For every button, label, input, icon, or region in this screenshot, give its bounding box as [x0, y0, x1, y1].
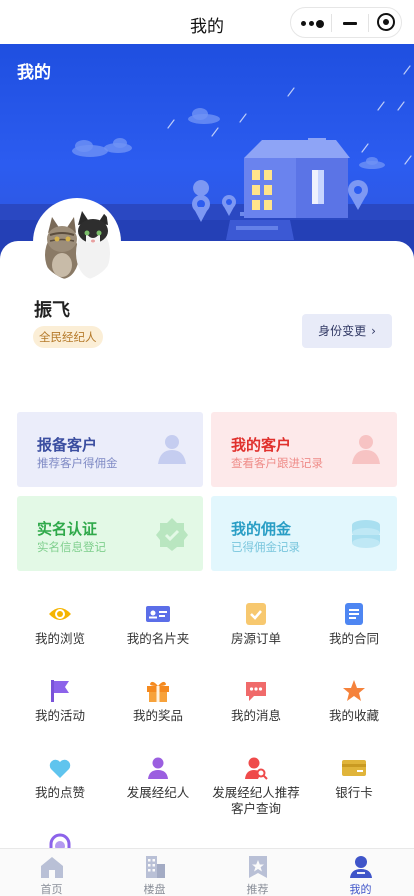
tab-label: 楼盘 [143, 883, 166, 896]
verified-badge-icon [156, 518, 188, 551]
message-icon [246, 682, 266, 701]
report-customer-card[interactable]: 报备客户 推荐客户得佣金 [17, 412, 203, 487]
avatar[interactable] [33, 198, 121, 286]
top-navigation-bar: 我的 [0, 0, 414, 44]
real-name-verify-subtitle: 实名信息登记 [37, 540, 106, 554]
grid-item-label: 我的消息 [230, 708, 281, 723]
grid-item-label: 发展经纪人推荐客户查询 [212, 785, 300, 816]
real-name-verify-card[interactable]: 实名认证 实名信息登记 [17, 496, 203, 571]
person-icon [158, 435, 186, 464]
tab-recommend[interactable]: 推荐 [206, 849, 309, 896]
flag-icon [51, 680, 69, 702]
my-customers-subtitle: 查看客户跟进记录 [231, 456, 323, 470]
chevron-right-icon: › [371, 324, 376, 338]
user-name: 振飞 [34, 300, 70, 321]
business-card-icon [146, 606, 170, 622]
coins-stack-icon [352, 520, 380, 548]
tab-label: 首页 [40, 883, 63, 896]
bank-card-icon [342, 760, 366, 776]
miniprogram-capsule [290, 7, 402, 38]
real-name-verify-title: 实名认证 [37, 520, 98, 538]
my-customers-title: 我的客户 [231, 436, 292, 454]
banner-heading: 我的 [17, 63, 51, 83]
home-icon [41, 857, 63, 878]
close-miniprogram-icon[interactable] [377, 13, 395, 31]
grid-item-label: 发展经纪人 [126, 785, 190, 800]
user-search-icon [245, 757, 268, 780]
grid-item-label: 我的浏览 [34, 631, 85, 646]
tab-home[interactable]: 首页 [0, 849, 103, 896]
my-customers-card[interactable]: 我的客户 查看客户跟进记录 [211, 412, 397, 487]
grid-item-label: 我的收藏 [328, 708, 379, 723]
headset-icon[interactable] [48, 832, 72, 848]
tab-label: 我的 [349, 883, 372, 896]
grid-item-label: 我的名片夹 [126, 631, 190, 646]
minimize-icon[interactable] [343, 22, 357, 25]
star-icon [343, 680, 365, 701]
grid-item-label: 我的合同 [328, 631, 379, 646]
user-icon [148, 757, 168, 779]
my-commission-title: 我的佣金 [231, 520, 292, 538]
buildings-icon [146, 856, 165, 878]
bookmark-star-icon [249, 856, 267, 878]
bottom-tab-bar: 首页 楼盘 推荐 我的 [0, 848, 414, 896]
heart-icon [49, 759, 71, 778]
tab-properties[interactable]: 楼盘 [103, 849, 206, 896]
more-options-icon[interactable] [301, 19, 325, 28]
change-identity-button[interactable]: 身份变更 › [302, 314, 392, 348]
tab-label: 推荐 [246, 883, 269, 896]
eye-icon [49, 608, 71, 620]
role-badge: 全民经纪人 [33, 326, 103, 348]
document-icon [345, 603, 363, 625]
grid-item-label: 房源订单 [230, 631, 281, 646]
tab-mine[interactable]: 我的 [309, 849, 412, 896]
gift-icon [147, 681, 169, 702]
grid-item-label: 我的活动 [34, 708, 85, 723]
my-commission-subtitle: 已得佣金记录 [231, 540, 300, 554]
grid-item-label: 我的奖品 [132, 708, 183, 723]
avatar-image [38, 203, 116, 281]
my-commission-card[interactable]: 我的佣金 已得佣金记录 [211, 496, 397, 571]
person-icon [352, 435, 380, 464]
order-check-icon [246, 603, 266, 625]
report-customer-title: 报备客户 [37, 436, 98, 454]
change-identity-label: 身份变更 [318, 324, 367, 338]
report-customer-subtitle: 推荐客户得佣金 [37, 456, 118, 470]
grid-item-label: 我的点赞 [34, 785, 85, 800]
grid-item-label: 银行卡 [335, 785, 373, 800]
user-icon [350, 856, 372, 878]
